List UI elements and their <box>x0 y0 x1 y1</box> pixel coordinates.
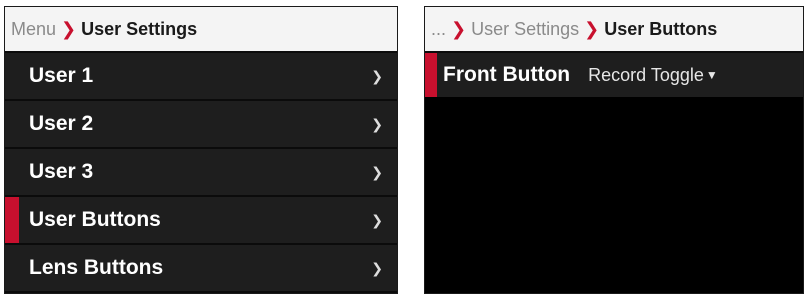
breadcrumb-parent[interactable]: User Settings <box>471 19 579 40</box>
chevron-right-icon: ❯ <box>371 163 383 180</box>
menu-item-label: User 2 <box>29 112 94 135</box>
breadcrumb: Menu ❯ User Settings <box>5 7 397 53</box>
menu-item-user-buttons[interactable]: User Buttons ❯ <box>5 197 397 245</box>
setting-value-dropdown[interactable]: Record Toggle <box>588 65 704 86</box>
menu-item-lens-buttons[interactable]: Lens Buttons ❯ <box>5 245 397 293</box>
chevron-right-icon: ❯ <box>584 18 600 39</box>
menu-item-label: Lens Buttons <box>29 256 164 279</box>
chevron-right-icon: ❯ <box>371 67 383 84</box>
breadcrumb-ellipsis[interactable]: ... <box>431 19 446 40</box>
setting-label: Front Button <box>443 63 571 86</box>
menu-item-label: User 1 <box>29 64 94 87</box>
menu-item-user-2[interactable]: User 2 ❯ <box>5 101 397 149</box>
chevron-right-icon: ❯ <box>451 18 467 39</box>
selection-marker <box>425 53 437 97</box>
breadcrumb-current: User Settings <box>81 18 198 39</box>
menu-item-user-1[interactable]: User 1 ❯ <box>5 53 397 101</box>
menu-item-user-3[interactable]: User 3 ❯ <box>5 149 397 197</box>
chevron-right-icon: ❯ <box>371 211 383 228</box>
chevron-right-icon: ❯ <box>371 115 383 132</box>
user-buttons-panel: ... ❯ User Settings ❯ User Buttons Front… <box>424 6 804 294</box>
breadcrumb-root-menu[interactable]: Menu <box>11 19 56 40</box>
caret-down-icon: ▼ <box>705 68 718 82</box>
breadcrumb: ... ❯ User Settings ❯ User Buttons <box>425 7 803 53</box>
breadcrumb-current: User Buttons <box>604 18 718 39</box>
empty-content-area <box>425 97 803 293</box>
menu-item-label: User 3 <box>29 160 94 183</box>
setting-row-front-button[interactable]: Front Button Record Toggle ▼ <box>425 53 803 97</box>
chevron-right-icon: ❯ <box>61 18 77 39</box>
user-settings-panel: Menu ❯ User Settings User 1 ❯ User 2 ❯ U… <box>4 6 398 294</box>
chevron-right-icon: ❯ <box>371 259 383 276</box>
selection-marker <box>5 197 19 243</box>
menu-item-label: User Buttons <box>29 208 161 231</box>
